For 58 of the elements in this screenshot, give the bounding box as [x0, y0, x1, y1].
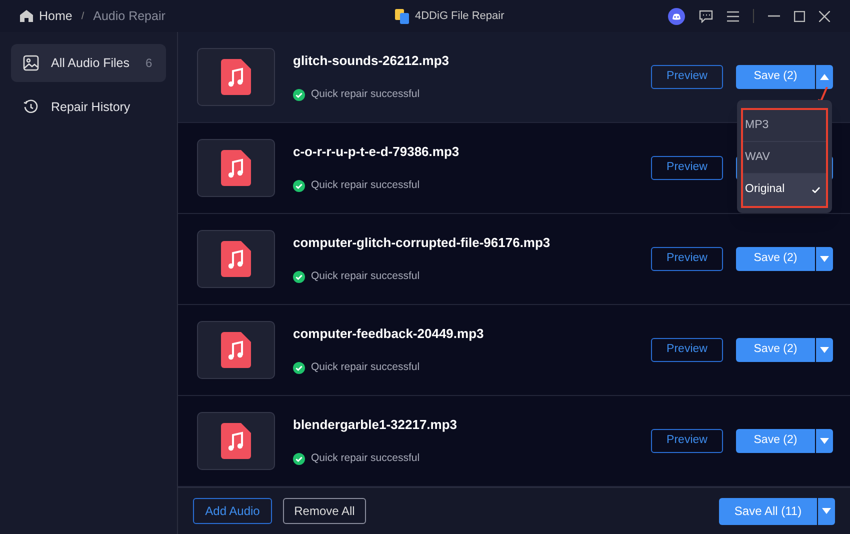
success-check-icon: [293, 452, 305, 465]
file-name: c-o-r-r-u-p-t-e-d-79386.mp3: [293, 143, 460, 162]
preview-button[interactable]: Preview: [651, 65, 723, 89]
image-icon: [23, 55, 39, 71]
success-check-icon: [293, 88, 305, 101]
window-title: 4DDiG File Repair: [415, 8, 504, 24]
caret-icon: [820, 256, 829, 262]
breadcrumb-separator: /: [81, 10, 84, 24]
save-options-button[interactable]: [816, 338, 833, 362]
add-audio-button[interactable]: Add Audio: [193, 498, 272, 524]
caret-icon: [820, 438, 829, 444]
success-check-icon: [293, 180, 305, 192]
feedback-icon[interactable]: [699, 10, 713, 22]
discord-icon[interactable]: [668, 8, 685, 24]
sidebar-item[interactable]: Repair History: [11, 88, 166, 126]
preview-button[interactable]: Preview: [651, 429, 723, 453]
close-icon[interactable]: [819, 10, 830, 22]
format-option[interactable]: Original: [743, 174, 826, 206]
music-file-icon: [221, 423, 251, 459]
caret-icon: [820, 74, 829, 80]
preview-button[interactable]: Preview: [651, 338, 723, 362]
caret-icon: [820, 347, 829, 353]
file-name: computer-feedback-20449.mp3: [293, 325, 484, 344]
success-check-icon: [293, 270, 305, 283]
file-name: glitch-sounds-26212.mp3: [293, 52, 450, 70]
file-name: blendergarble1-32217.mp3: [293, 416, 458, 434]
format-option[interactable]: MP3: [743, 110, 826, 142]
status-text: Quick repair successful: [311, 268, 420, 284]
music-file-icon: [221, 150, 251, 186]
status-text: Quick repair successful: [311, 450, 420, 466]
item-count: 6: [146, 55, 152, 72]
status-text: Quick repair successful: [311, 86, 420, 102]
sidebar-item[interactable]: All Audio Files 6: [11, 44, 166, 82]
music-file-icon: [221, 332, 251, 368]
music-file-icon: [221, 241, 251, 277]
app-logo-icon: [395, 8, 409, 24]
file-name: computer-glitch-corrupted-file-96176.mp3: [293, 234, 550, 252]
preview-button[interactable]: Preview: [651, 156, 723, 180]
history-icon: [23, 99, 39, 115]
music-file-icon: [221, 59, 251, 95]
menu-icon[interactable]: [727, 10, 739, 22]
breadcrumb-current: Audio Repair: [93, 8, 166, 25]
home-icon[interactable]: [20, 10, 33, 22]
status-text: Quick repair successful: [311, 360, 420, 375]
remove-all-button[interactable]: Remove All: [283, 498, 366, 524]
save-options-button[interactable]: [816, 65, 833, 89]
checkmark-icon: [812, 187, 820, 193]
status-text: Quick repair successful: [311, 178, 420, 193]
preview-button[interactable]: Preview: [651, 247, 723, 271]
sidebar-label: Repair History: [51, 98, 130, 116]
sidebar-label: All Audio Files: [51, 54, 130, 72]
save-all-options-button[interactable]: [818, 498, 835, 524]
maximize-icon[interactable]: [794, 10, 805, 22]
success-check-icon: [293, 362, 305, 374]
caret-icon: [822, 508, 831, 514]
breadcrumb-link[interactable]: Home: [39, 6, 72, 26]
save-options-button[interactable]: [816, 429, 833, 453]
save-options-button[interactable]: [816, 247, 833, 271]
